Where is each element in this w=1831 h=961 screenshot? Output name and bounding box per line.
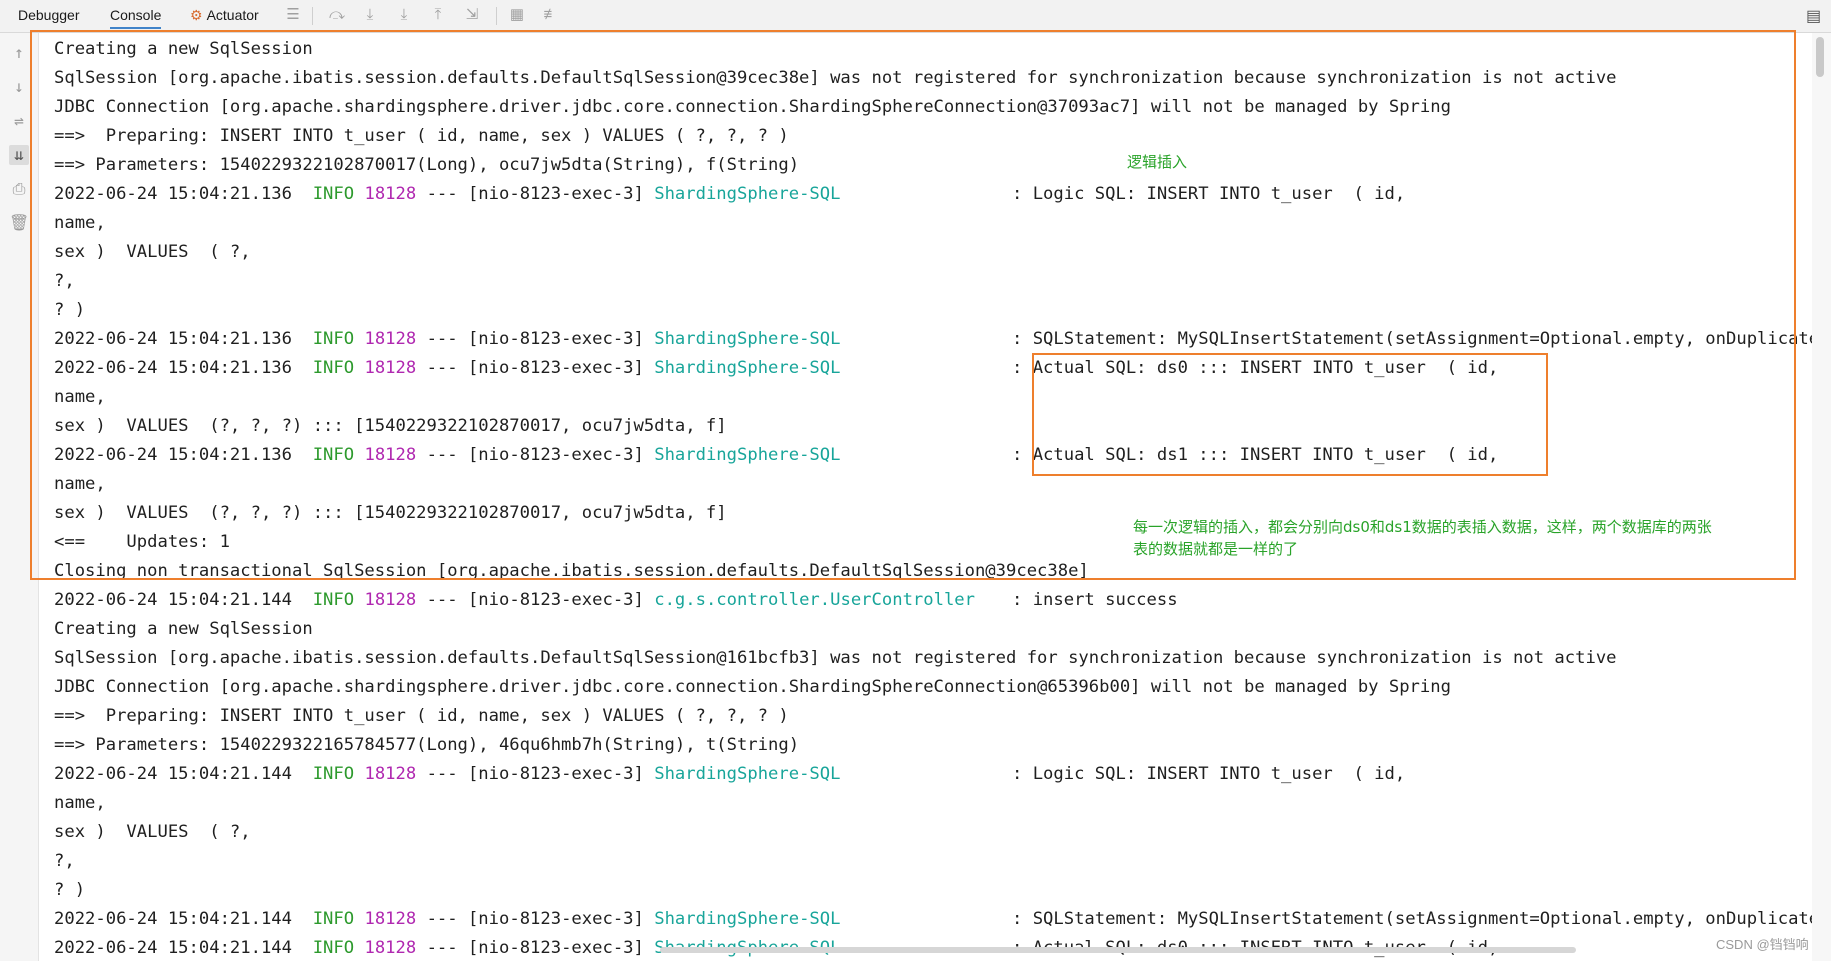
watermark: CSDN @铛铛响 xyxy=(1716,937,1809,952)
log-thread: --- [nio-8123-exec-3] xyxy=(416,764,655,784)
highlight-box-actual-sql xyxy=(1032,353,1548,476)
console-line: SqlSession [org.apache.ibatis.session.de… xyxy=(54,648,1617,668)
log-thread: --- [nio-8123-exec-3] xyxy=(416,909,655,929)
log-thread: --- [nio-8123-exec-3] xyxy=(416,938,655,958)
annotation-note-line1: 每一次逻辑的插入，都会分别向ds0和ds1数据的表插入数据，这样，两个数据库的两… xyxy=(1133,518,1712,536)
log-message: : insert success xyxy=(1012,590,1178,610)
console-line: 2022-06-24 15:04:21.144 INFO 18128 --- [… xyxy=(54,905,1812,934)
log-level: INFO xyxy=(312,590,355,610)
log-logger: ShardingSphere-SQL xyxy=(654,764,841,784)
log-timestamp: 2022-06-24 15:04:21.144 xyxy=(54,938,292,958)
annotation-note-line2: 表的数据就都是一样的了 xyxy=(1133,540,1299,558)
log-spacer xyxy=(354,938,364,958)
annotation-note: 每一次逻辑的插入，都会分别向ds0和ds1数据的表插入数据，这样，两个数据库的两… xyxy=(1133,516,1773,560)
log-pid: 18128 xyxy=(364,764,417,784)
log-timestamp: 2022-06-24 15:04:21.144 xyxy=(54,590,292,610)
log-spacer xyxy=(354,590,364,610)
annotation-logical-insert: 逻辑插入 xyxy=(1127,153,1188,171)
log-pid: 18128 xyxy=(364,938,417,958)
scrollbar-thumb[interactable] xyxy=(1816,37,1824,77)
log-pid: 18128 xyxy=(364,590,417,610)
log-spacer xyxy=(292,938,313,958)
log-spacer xyxy=(292,590,313,610)
highlight-box-insert-flow xyxy=(30,30,1796,580)
log-message: : SQLStatement: MySQLInsertStatement(set… xyxy=(1012,909,1812,929)
console-line: sex ) VALUES ( ?, xyxy=(54,822,251,842)
log-timestamp: 2022-06-24 15:04:21.144 xyxy=(54,764,292,784)
console-line: 2022-06-24 15:04:21.144 INFO 18128 --- [… xyxy=(54,586,1178,615)
horizontal-scrollbar[interactable] xyxy=(660,947,1576,953)
log-spacer xyxy=(354,909,364,929)
log-pid: 18128 xyxy=(364,909,417,929)
log-spacer xyxy=(292,909,313,929)
console-line: 2022-06-24 15:04:21.144 INFO 18128 --- [… xyxy=(54,760,1405,789)
console-line: name, xyxy=(54,793,106,813)
log-level: INFO xyxy=(312,764,355,784)
log-level: INFO xyxy=(312,909,355,929)
vertical-scrollbar[interactable] xyxy=(1812,33,1831,961)
log-logger: c.g.s.controller.UserController xyxy=(654,590,975,610)
log-message: : Logic SQL: INSERT INTO t_user ( id, xyxy=(1012,764,1406,784)
log-spacer xyxy=(354,764,364,784)
log-spacer xyxy=(292,764,313,784)
console-line: ==> Preparing: INSERT INTO t_user ( id, … xyxy=(54,706,789,726)
console-line: ? ) xyxy=(54,880,86,900)
console-line: ?, xyxy=(54,851,75,871)
log-logger: ShardingSphere-SQL xyxy=(654,909,841,929)
console-line: JDBC Connection [org.apache.shardingsphe… xyxy=(54,677,1451,697)
console-line: ==> Parameters: 1540229322165784577(Long… xyxy=(54,735,800,755)
log-timestamp: 2022-06-24 15:04:21.144 xyxy=(54,909,292,929)
log-level: INFO xyxy=(312,938,355,958)
console-line: Creating a new SqlSession xyxy=(54,619,313,639)
log-thread: --- [nio-8123-exec-3] xyxy=(416,590,655,610)
